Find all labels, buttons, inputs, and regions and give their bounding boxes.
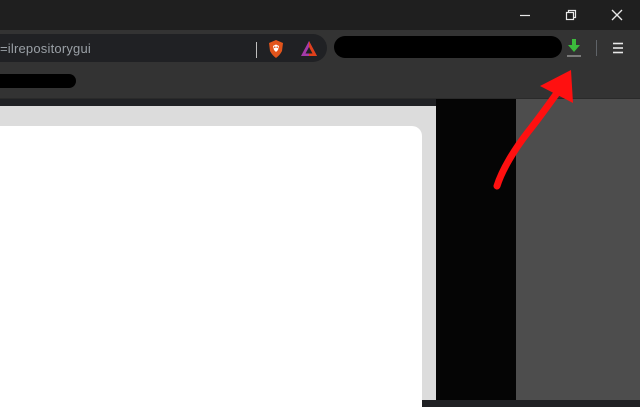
toolbar-divider [596,40,597,56]
address-bar-url[interactable]: =ilrepositorygui [0,41,91,56]
brave-rewards-icon[interactable] [299,39,319,59]
side-panel [516,99,640,400]
dark-region [436,99,516,400]
minimize-icon [520,14,530,17]
close-button[interactable] [594,0,640,30]
bookmarks-bar [0,66,640,99]
close-icon [611,9,623,21]
page-content [0,99,640,407]
minimize-button[interactable] [502,0,548,30]
window-titlebar [0,0,640,30]
brave-shield-icon[interactable] [266,39,286,59]
redacted-bookmark [0,74,76,88]
hamburger-menu-icon [613,42,623,54]
page-document [0,126,422,407]
restore-icon [565,9,577,21]
download-icon [567,39,581,57]
page-frame [0,106,436,407]
address-bar-divider [256,42,257,58]
redacted-extension-area [334,36,562,58]
address-bar[interactable]: =ilrepositorygui [0,34,327,62]
download-button[interactable] [563,36,585,60]
browser-toolbar: =ilrepositorygui [0,30,640,66]
restore-button[interactable] [548,0,594,30]
menu-button[interactable] [606,36,630,60]
